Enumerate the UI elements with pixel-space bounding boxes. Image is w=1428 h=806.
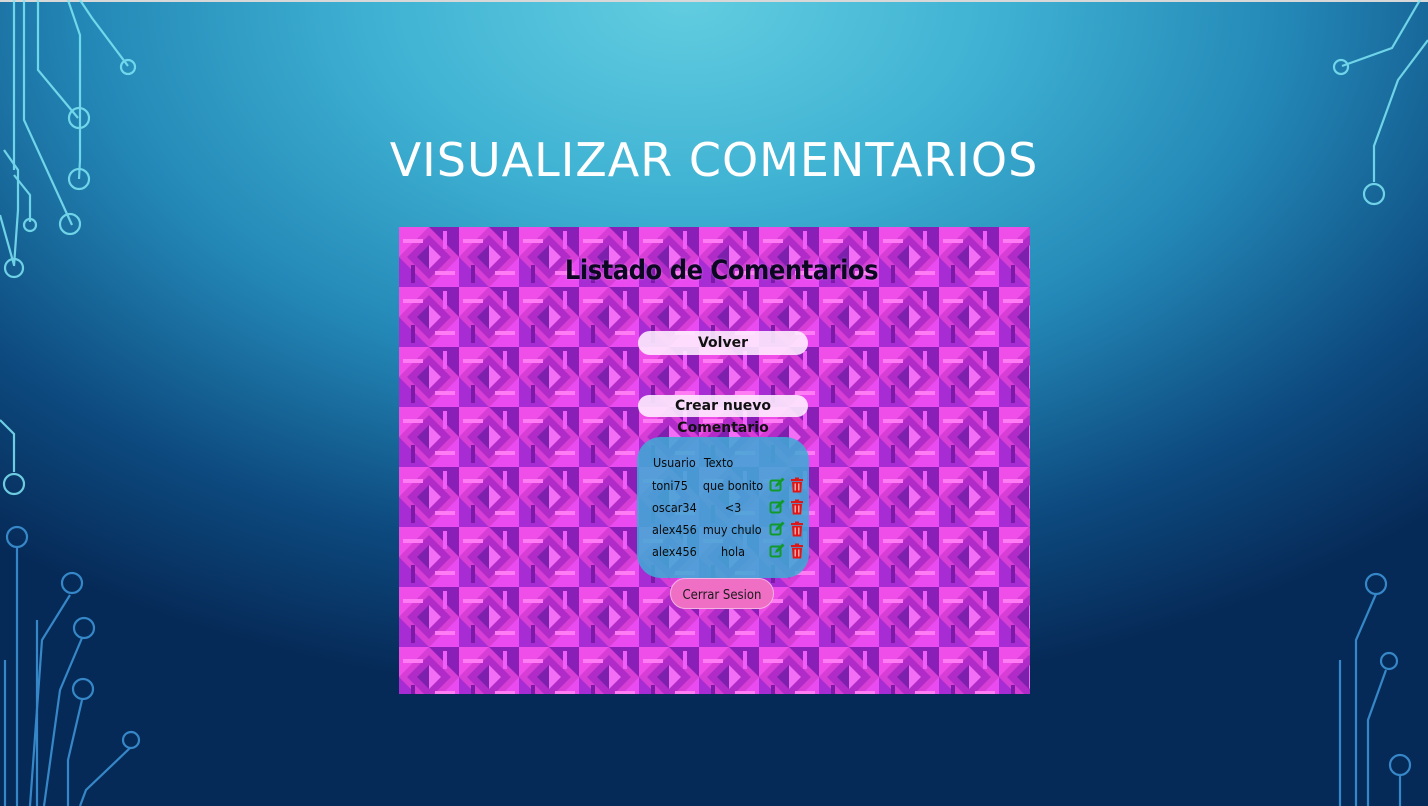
cell-usuario: oscar34	[652, 499, 697, 515]
page-heading: Listado de Comentarios	[564, 255, 879, 286]
cell-usuario: toni75	[652, 477, 688, 493]
edit-icon[interactable]	[769, 477, 785, 493]
table-header-row: Usuario Texto	[649, 453, 808, 474]
edit-icon[interactable]	[769, 543, 785, 559]
trash-icon[interactable]	[789, 499, 805, 515]
table-row: alex456 hola	[649, 540, 808, 562]
cell-texto: hola	[720, 543, 746, 559]
trash-icon[interactable]	[789, 477, 805, 493]
column-header-usuario: Usuario	[653, 454, 696, 470]
cell-texto: que bonito	[702, 477, 764, 493]
create-comment-button[interactable]: Crear nuevo Comentario	[638, 395, 808, 436]
column-header-texto: Texto	[703, 454, 734, 470]
app-screenshot: Listado de Comentarios Volver Crear nuev…	[399, 227, 1030, 694]
cell-texto: <3	[724, 499, 742, 515]
cell-actions	[766, 496, 808, 518]
cell-actions	[766, 518, 808, 540]
trash-icon[interactable]	[789, 521, 805, 537]
slide-title: VISUALIZAR COMENTARIOS	[389, 133, 1039, 187]
table-row: toni75 que bonito	[649, 474, 808, 496]
edit-icon[interactable]	[769, 521, 785, 537]
cell-texto: muy chulo	[702, 521, 762, 537]
table-row: oscar34 <3	[649, 496, 808, 518]
comments-table: Usuario Texto toni75 que bonito oscar34 …	[649, 453, 808, 562]
table-row: alex456 muy chulo	[649, 518, 808, 540]
edit-icon[interactable]	[769, 499, 785, 515]
trash-icon[interactable]	[789, 543, 805, 559]
cell-actions	[766, 540, 808, 562]
volver-button[interactable]: Volver	[638, 331, 808, 355]
cell-usuario: alex456	[652, 543, 697, 559]
comments-panel: Usuario Texto toni75 que bonito oscar34 …	[637, 437, 809, 578]
logout-button[interactable]: Cerrar Sesion	[670, 578, 774, 609]
column-header-actions	[766, 453, 808, 474]
cell-usuario: alex456	[652, 521, 697, 537]
cell-actions	[766, 474, 808, 496]
